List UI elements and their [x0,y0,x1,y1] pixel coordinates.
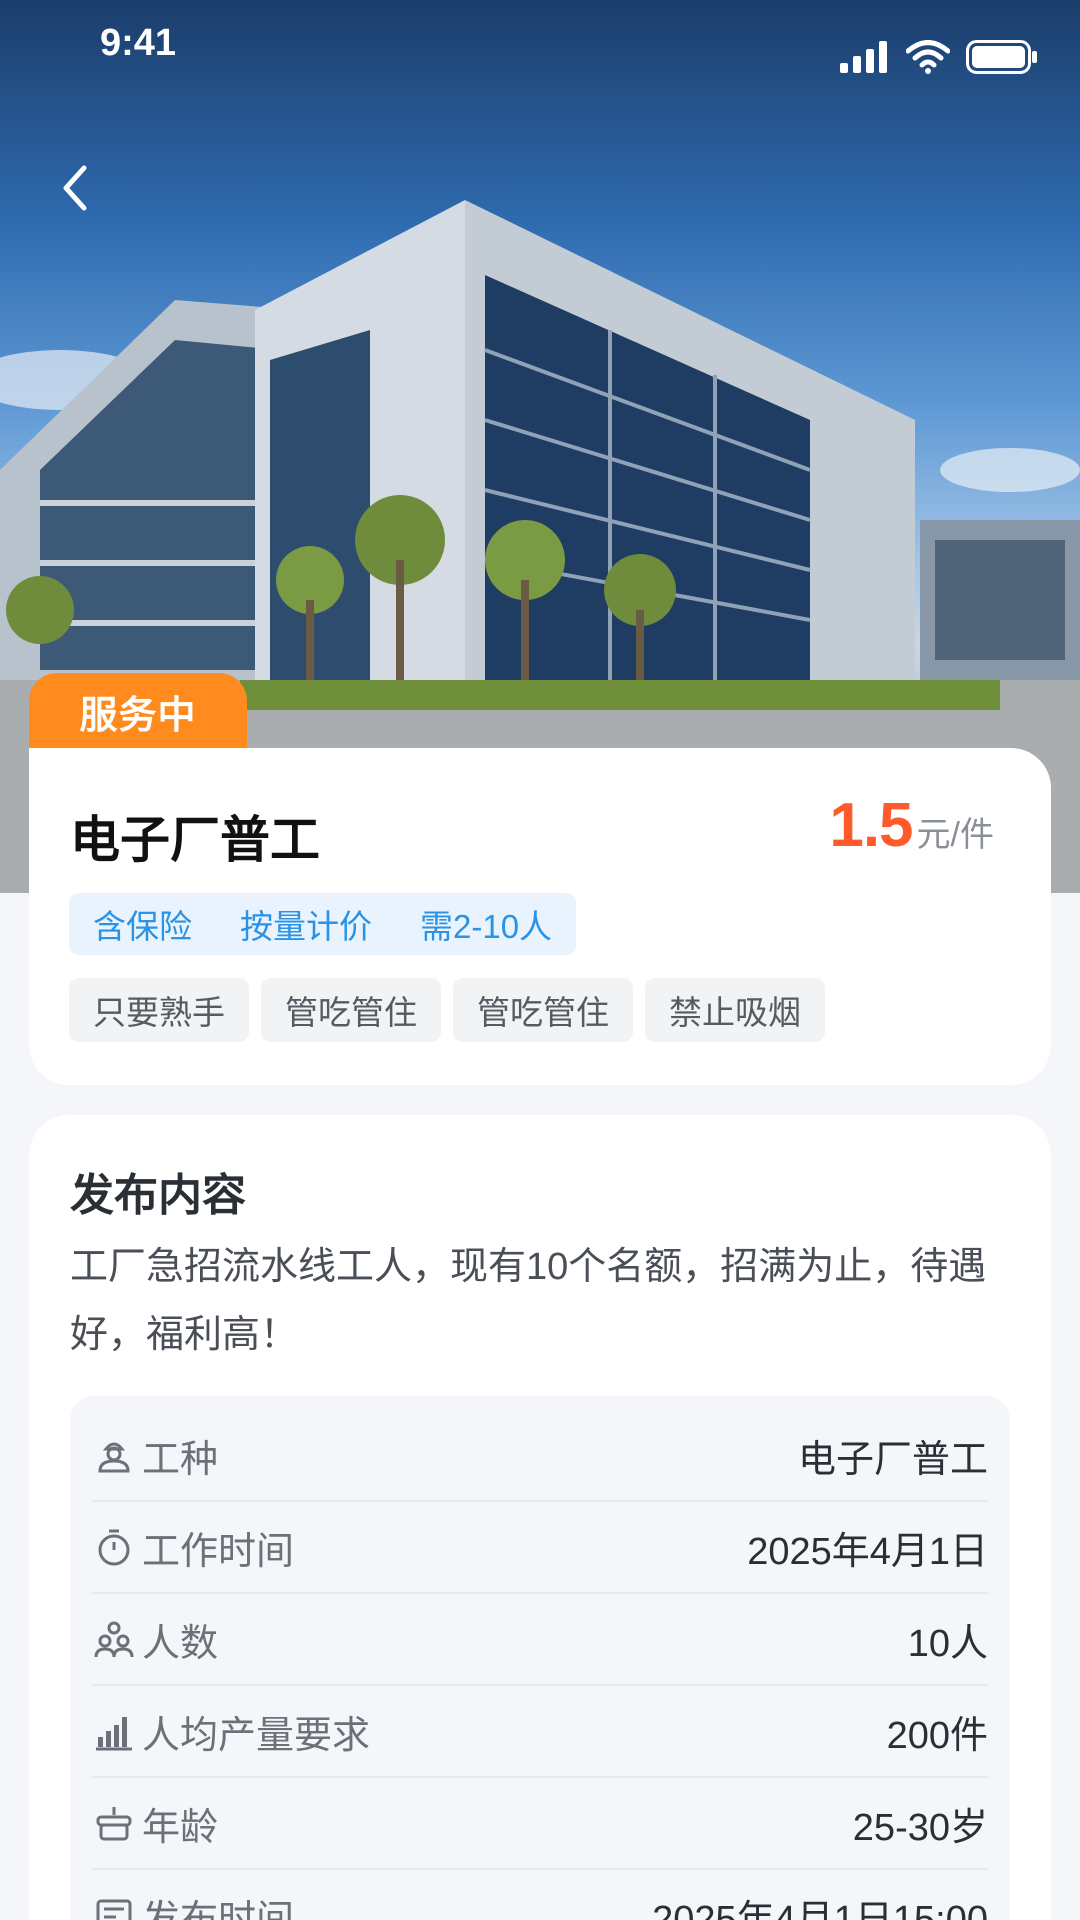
detail-label: 发布时间 [142,1898,295,1920]
detail-label: 人数 [142,1622,219,1665]
back-button[interactable] [48,160,104,216]
detail-row-publish-time: 发布时间 2025年4月1日15:00 [92,1870,988,1920]
detail-label: 工种 [142,1438,219,1481]
battery-icon [966,40,1037,74]
stopwatch-icon [92,1525,136,1569]
detail-value: 10人 [907,1622,988,1665]
tag-no-smoking: 禁止吸烟 [645,978,825,1042]
detail-label: 人均产量要求 [142,1714,371,1757]
wifi-icon [906,40,950,74]
cake-icon [92,1801,136,1845]
price: 1.5 元/件 [829,790,994,861]
section-title: 发布内容 [70,1171,246,1220]
detail-row-work-time: 工作时间 2025年4月1日 [92,1502,988,1594]
tag-headcount: 需2-10人 [396,893,577,955]
tag-piecework: 按量计价 [216,893,396,955]
detail-label: 工作时间 [142,1530,295,1573]
detail-row-headcount: 人数 10人 [92,1594,988,1686]
status-time: 9:41 [100,22,177,64]
tag-board-lodging: 管吃管住 [453,978,633,1042]
detail-value: 2025年4月1日 [747,1530,988,1573]
job-summary-card: 电子厂普工 1.5 元/件 含保险 按量计价 需2-10人 只要熟手 管吃管住 … [29,748,1051,1085]
price-unit: 元/件 [916,816,994,854]
detail-value: 25-30岁 [852,1806,988,1849]
detail-row-age: 年龄 25-30岁 [92,1778,988,1870]
tag-insurance: 含保险 [69,893,216,955]
detail-row-output: 人均产量要求 200件 [92,1686,988,1778]
signal-icon [840,41,887,73]
primary-tags: 含保险 按量计价 需2-10人 [69,893,577,955]
chevron-left-icon [63,165,87,211]
bar-chart-icon [92,1709,136,1753]
tag-experienced: 只要熟手 [69,978,249,1042]
job-details-panel: 工种 电子厂普工 工作时间 2025年4月1日 人数 10人 人均产量要求 20… [70,1396,1010,1920]
secondary-tags: 只要熟手 管吃管住 管吃管住 禁止吸烟 [69,978,825,1042]
service-status-badge: 服务中 [29,673,247,749]
worker-icon [92,1433,136,1477]
detail-row-job-type: 工种 电子厂普工 [92,1410,988,1502]
people-icon [92,1617,136,1661]
tag-board-lodging: 管吃管住 [261,978,441,1042]
job-description: 工厂急招流水线工人，现有10个名额，招满为止，待遇好，福利高！ [70,1246,987,1356]
post-content-card: 发布内容 工厂急招流水线工人，现有10个名额，招满为止，待遇好，福利高！ 工种 … [29,1115,1051,1920]
detail-value: 电子厂普工 [797,1438,988,1481]
detail-value: 200件 [886,1714,988,1757]
publish-icon [92,1893,136,1920]
status-bar: 9:41 [0,0,1080,90]
price-value: 1.5 [829,791,913,860]
job-title: 电子厂普工 [70,812,320,868]
detail-label: 年龄 [142,1806,219,1849]
detail-value: 2025年4月1日15:00 [652,1898,988,1920]
status-icons [840,40,1038,74]
